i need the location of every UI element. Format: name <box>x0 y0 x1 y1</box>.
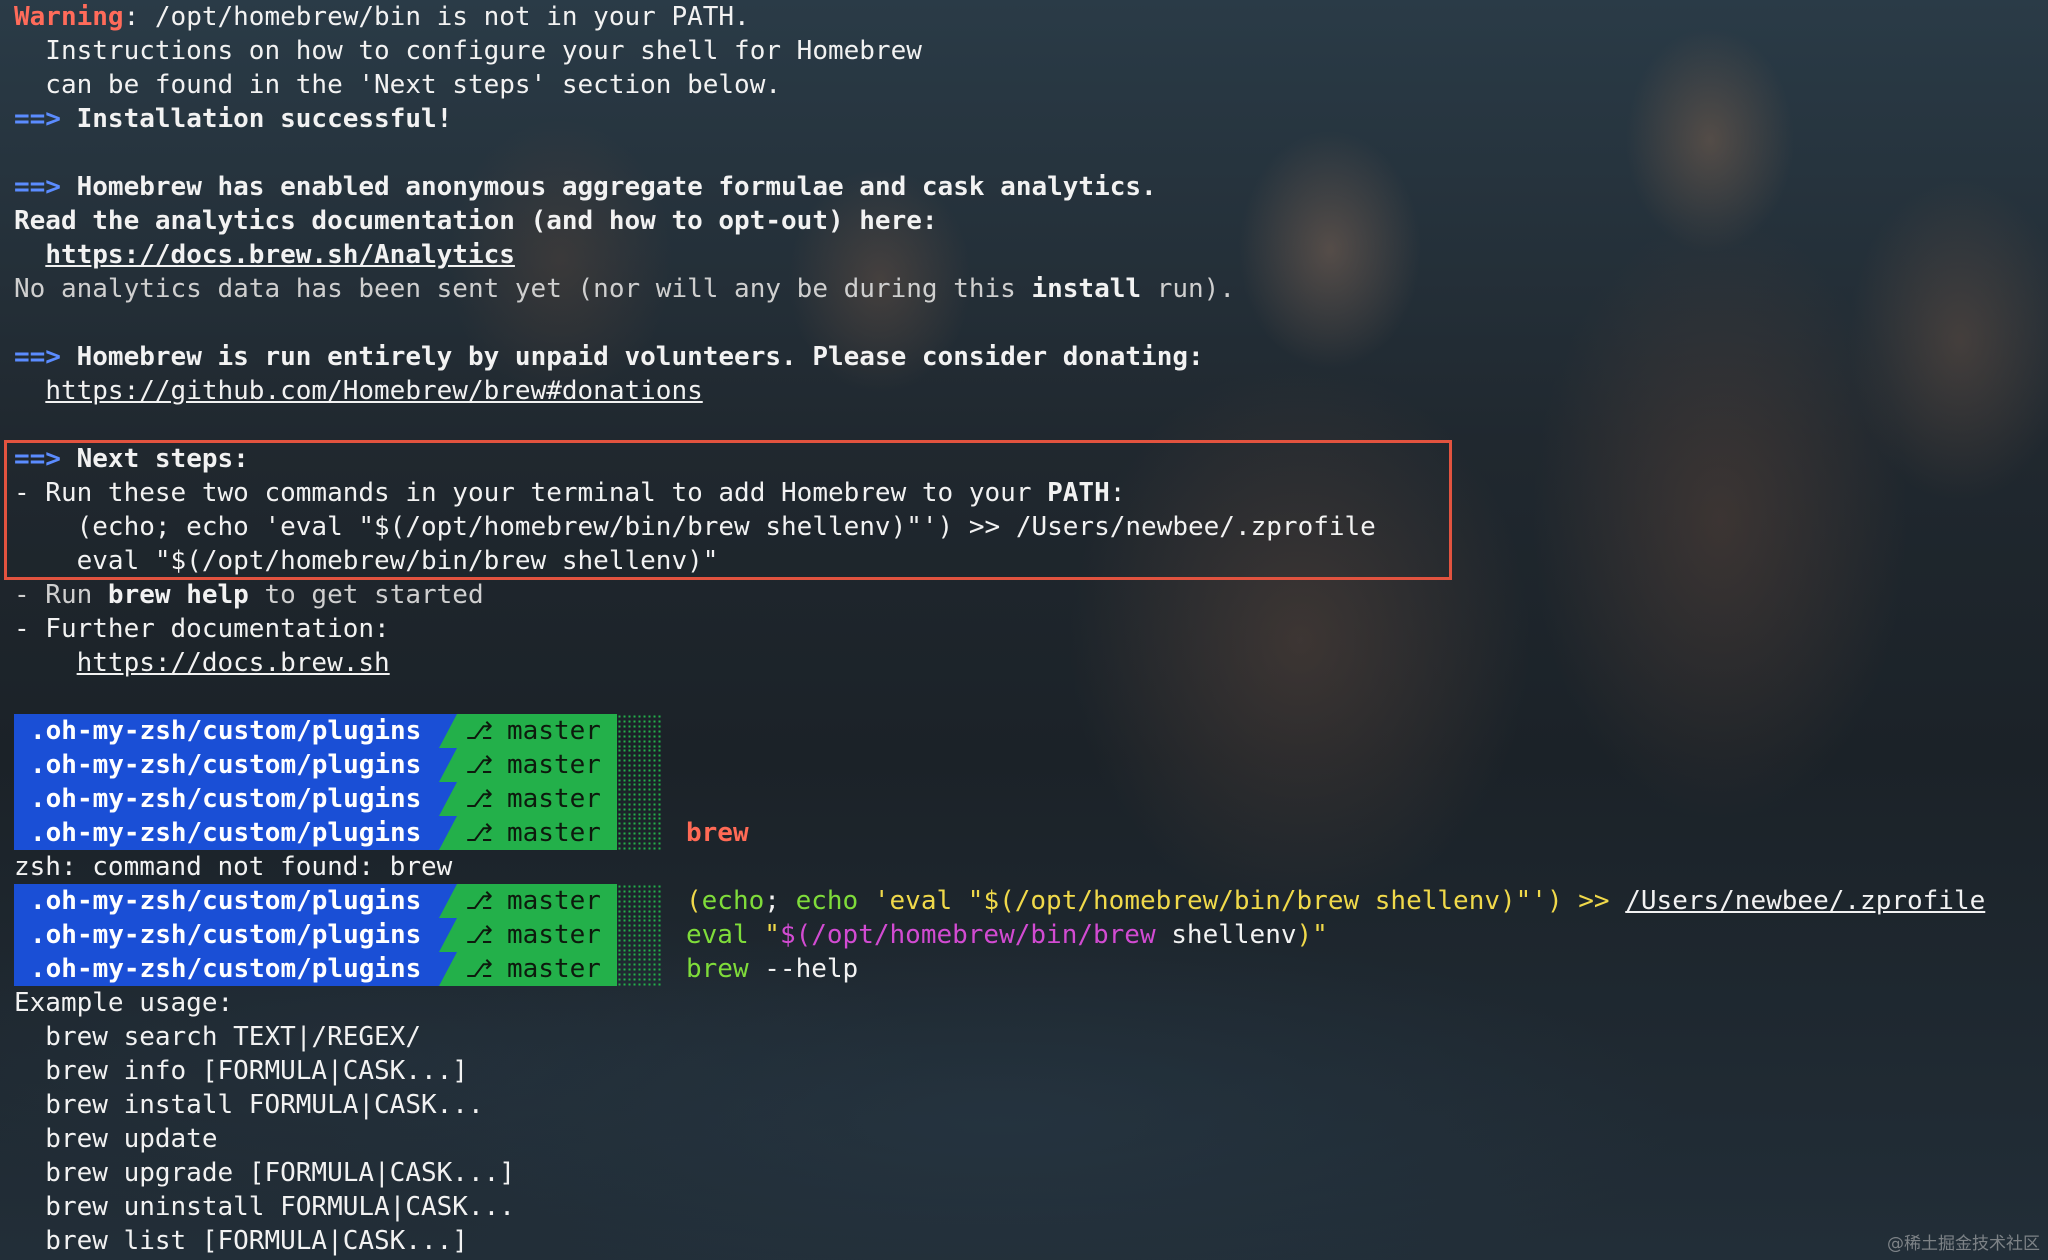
prompt-git-segment: ⎇ master <box>457 748 617 782</box>
prompt-path: .oh-my-zsh/custom/plugins <box>14 782 440 816</box>
terminal-window[interactable]: Warning: /opt/homebrew/bin is not in you… <box>0 0 2048 1260</box>
instructions-line-1: Instructions on how to configure your sh… <box>14 36 922 66</box>
analytics-url-line: https://docs.brew.sh/Analytics <box>14 238 515 272</box>
prompt-git-segment: ⎇ master <box>457 952 617 986</box>
usage-line: brew install FORMULA|CASK... <box>14 1090 484 1120</box>
no-data-prefix: No analytics data has been sent yet (nor… <box>14 274 1032 304</box>
analytics-link[interactable]: https://docs.brew.sh/Analytics <box>45 240 515 270</box>
prompt-separator <box>439 748 458 782</box>
usage-line: brew update <box>14 1124 218 1154</box>
prompt-path: .oh-my-zsh/custom/plugins <box>14 816 440 850</box>
prompt-separator <box>439 952 458 986</box>
prompt-line: .oh-my-zsh/custom/plugins ⎇ master <box>14 714 661 748</box>
warning-label: Warning <box>14 2 124 32</box>
no-data-suffix: run). <box>1141 274 1235 304</box>
prompt-branch: master <box>507 954 601 984</box>
usage-line: brew list [FORMULA|CASK...] <box>14 1226 468 1256</box>
prompt-path: .oh-my-zsh/custom/plugins <box>14 952 440 986</box>
further-docs-line: - Further documentation: <box>14 614 390 644</box>
prompt-line: .oh-my-zsh/custom/plugins ⎇ master <box>14 748 661 782</box>
typed-command-eval: eval "$(/opt/homebrew/bin/brew shellenv)… <box>686 920 1328 950</box>
git-branch-icon: ⎇ <box>465 921 493 949</box>
git-branch-icon: ⎇ <box>465 751 493 779</box>
arrow-marker: ==> <box>14 342 61 372</box>
prompt-branch: master <box>507 716 601 746</box>
run-help-cmd: brew help <box>107 580 249 610</box>
git-branch-icon: ⎇ <box>465 819 493 847</box>
prompt-branch: master <box>507 886 601 916</box>
prompt-path: .oh-my-zsh/custom/plugins <box>14 714 440 748</box>
usage-line: brew search TEXT|/REGEX/ <box>14 1022 421 1052</box>
usage-title: Example usage: <box>14 988 234 1018</box>
git-branch-icon: ⎇ <box>465 887 493 915</box>
prompt-dither-edge <box>616 816 661 850</box>
typed-command-echo: (echo; echo 'eval "$(/opt/homebrew/bin/b… <box>686 886 1986 916</box>
prompt-line: .oh-my-zsh/custom/plugins ⎇ master <box>14 918 661 952</box>
prompt-line: .oh-my-zsh/custom/plugins ⎇ master <box>14 816 661 850</box>
warning-text: : /opt/homebrew/bin is not in your PATH. <box>123 2 750 32</box>
watermark: @稀土掘金技术社区 <box>1887 1234 2040 1254</box>
typed-command-help: brew --help <box>686 954 859 984</box>
prompt-branch: master <box>507 818 601 848</box>
prompt-dither-edge <box>616 782 661 816</box>
prompt-git-segment: ⎇ master <box>457 714 617 748</box>
donations-link[interactable]: https://github.com/Homebrew/brew#donatio… <box>45 376 702 406</box>
volunteers-text: Homebrew is run entirely by unpaid volun… <box>60 342 1204 372</box>
prompt-separator <box>439 816 458 850</box>
no-data-install: install <box>1031 274 1142 304</box>
usage-line: brew uninstall FORMULA|CASK... <box>14 1192 515 1222</box>
instructions-line-2: can be found in the 'Next steps' section… <box>14 70 782 100</box>
donations-url-line: https://github.com/Homebrew/brew#donatio… <box>14 374 702 408</box>
command-not-found-line: zsh: command not found: brew <box>14 852 453 882</box>
analytics-read-line: Read the analytics documentation (and ho… <box>14 206 938 236</box>
git-branch-icon: ⎇ <box>465 955 493 983</box>
usage-line: brew info [FORMULA|CASK...] <box>14 1056 468 1086</box>
prompt-line: .oh-my-zsh/custom/plugins ⎇ master <box>14 782 661 816</box>
analytics-enabled-line: ==> Homebrew has enabled anonymous aggre… <box>14 170 1157 204</box>
prompt-git-segment: ⎇ master <box>457 816 617 850</box>
analytics-enabled-text: Homebrew has enabled anonymous aggregate… <box>60 172 1157 202</box>
docs-link[interactable]: https://docs.brew.sh <box>77 648 390 678</box>
prompt-path: .oh-my-zsh/custom/plugins <box>14 884 440 918</box>
prompt-separator <box>439 714 458 748</box>
zprofile-path: /Users/newbee/.zprofile <box>1625 886 1986 916</box>
git-branch-icon: ⎇ <box>465 785 493 813</box>
docs-url-line: https://docs.brew.sh <box>14 646 390 680</box>
git-branch-icon: ⎇ <box>465 717 493 745</box>
usage-line: brew upgrade [FORMULA|CASK...] <box>14 1158 515 1188</box>
prompt-dither-edge <box>616 918 661 952</box>
volunteers-line: ==> Homebrew is run entirely by unpaid v… <box>14 340 1204 374</box>
prompt-separator <box>439 918 458 952</box>
prompt-dither-edge <box>616 748 661 782</box>
run-help-line: - Run brew help to get started <box>14 578 484 612</box>
warning-line: Warning: /opt/homebrew/bin is not in you… <box>14 0 750 34</box>
prompt-git-segment: ⎇ master <box>457 884 617 918</box>
next-steps-highlight-box <box>4 440 1452 580</box>
prompt-line: .oh-my-zsh/custom/plugins ⎇ master <box>14 884 661 918</box>
run-help-suffix: to get started <box>248 580 484 610</box>
prompt-path: .oh-my-zsh/custom/plugins <box>14 918 440 952</box>
prompt-git-segment: ⎇ master <box>457 918 617 952</box>
prompt-line: .oh-my-zsh/custom/plugins ⎇ master <box>14 952 661 986</box>
prompt-git-segment: ⎇ master <box>457 782 617 816</box>
prompt-separator <box>439 782 458 816</box>
prompt-dither-edge <box>616 884 661 918</box>
docs-indent <box>14 648 77 678</box>
run-help-prefix: - Run <box>14 580 108 610</box>
typed-command-brew: brew <box>686 818 749 848</box>
prompt-path: .oh-my-zsh/custom/plugins <box>14 748 440 782</box>
prompt-dither-edge <box>616 952 661 986</box>
prompt-branch: master <box>507 784 601 814</box>
prompt-separator <box>439 884 458 918</box>
install-success-line: ==> Installation successful! <box>14 102 452 136</box>
no-data-line: No analytics data has been sent yet (nor… <box>14 272 1235 306</box>
prompt-branch: master <box>507 920 601 950</box>
prompt-branch: master <box>507 750 601 780</box>
arrow-marker: ==> <box>14 104 61 134</box>
prompt-dither-edge <box>616 714 661 748</box>
arrow-marker: ==> <box>14 172 61 202</box>
install-success-text: Installation successful! <box>60 104 453 134</box>
